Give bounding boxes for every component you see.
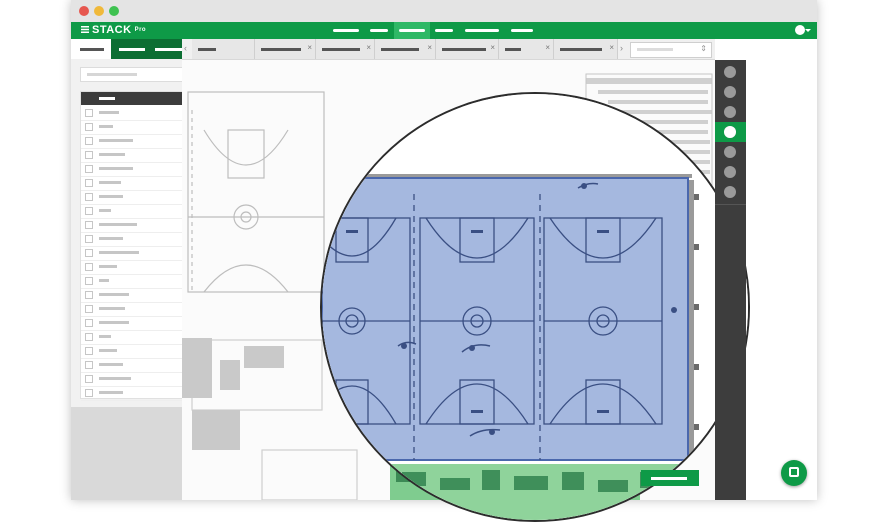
doc-tab-2[interactable]: × — [255, 39, 316, 59]
row-checkbox[interactable] — [85, 347, 93, 355]
row-checkbox[interactable] — [85, 249, 93, 257]
document-tabs: ‹ × × × × × × › ⇕ — [182, 39, 715, 60]
tool-3-icon[interactable] — [724, 106, 736, 118]
close-icon[interactable]: × — [609, 43, 614, 52]
row-name — [99, 349, 117, 352]
row-name — [99, 125, 113, 128]
row-name — [99, 293, 129, 296]
close-icon[interactable]: × — [307, 43, 312, 52]
row-checkbox[interactable] — [85, 151, 93, 159]
row-checkbox[interactable] — [85, 263, 93, 271]
chevron-right-icon[interactable]: › — [620, 43, 623, 53]
tool-6-icon[interactable] — [724, 146, 736, 158]
maximize-window-button[interactable] — [109, 6, 119, 16]
nav-item-5[interactable] — [465, 29, 499, 32]
chat-icon — [789, 467, 799, 477]
row-checkbox[interactable] — [85, 165, 93, 173]
row-checkbox[interactable] — [85, 179, 93, 187]
row-checkbox[interactable] — [85, 109, 93, 117]
tool-5-icon[interactable] — [724, 126, 736, 138]
chevron-left-icon[interactable]: ‹ — [184, 43, 187, 53]
chat-button[interactable] — [781, 460, 807, 486]
row-checkbox[interactable] — [85, 277, 93, 285]
tool-rail-divider — [715, 204, 746, 205]
chevron-updown-icon: ⇕ — [700, 44, 707, 53]
app-logo[interactable]: STACK Pro — [81, 24, 146, 36]
row-checkbox[interactable] — [85, 389, 93, 397]
row-name — [99, 153, 125, 156]
doc-tab-5[interactable]: × — [436, 39, 499, 59]
row-checkbox[interactable] — [85, 123, 93, 131]
chevron-down-icon[interactable] — [805, 29, 811, 32]
close-icon[interactable]: × — [427, 43, 432, 52]
row-checkbox[interactable] — [85, 319, 93, 327]
search-input[interactable] — [80, 67, 194, 82]
doc-tab-7[interactable]: × — [554, 39, 618, 59]
row-name — [99, 195, 123, 198]
nav-item-4[interactable] — [435, 29, 453, 32]
row-name — [99, 181, 121, 184]
row-name — [99, 335, 111, 338]
row-checkbox[interactable] — [85, 193, 93, 201]
tool-8-icon[interactable] — [724, 186, 736, 198]
row-name — [99, 363, 123, 366]
sheet-select[interactable]: ⇕ — [630, 42, 712, 58]
minimize-window-button[interactable] — [94, 6, 104, 16]
row-checkbox[interactable] — [85, 375, 93, 383]
tool-1-icon[interactable] — [724, 66, 736, 78]
row-checkbox[interactable] — [85, 207, 93, 215]
close-icon[interactable]: × — [366, 43, 371, 52]
row-name — [99, 223, 137, 226]
row-name — [99, 251, 139, 254]
row-checkbox[interactable] — [85, 291, 93, 299]
title-bar — [71, 0, 817, 22]
close-window-button[interactable] — [79, 6, 89, 16]
close-icon[interactable]: × — [545, 43, 550, 52]
row-name — [99, 377, 131, 380]
tool-7-icon[interactable] — [724, 166, 736, 178]
row-name — [99, 321, 129, 324]
top-navigation-bar: STACK Pro — [71, 22, 817, 39]
row-checkbox[interactable] — [85, 361, 93, 369]
row-name — [99, 167, 133, 170]
doc-tab-6[interactable]: × — [499, 39, 554, 59]
close-icon[interactable]: × — [490, 43, 495, 52]
nav-item-6[interactable] — [511, 29, 533, 32]
row-name — [99, 209, 111, 212]
stack-logo-icon — [81, 26, 89, 33]
row-name — [99, 391, 123, 394]
logo-text: STACK — [92, 24, 132, 36]
doc-tab-3[interactable]: × — [316, 39, 375, 59]
row-name — [99, 307, 125, 310]
magnified-courts — [322, 94, 748, 520]
row-name — [99, 279, 109, 282]
doc-tab-1[interactable] — [192, 39, 255, 59]
doc-tab-4[interactable]: × — [375, 39, 436, 59]
tool-2-icon[interactable] — [724, 86, 736, 98]
user-avatar[interactable] — [795, 25, 805, 35]
row-name — [99, 111, 119, 114]
logo-badge: Pro — [134, 27, 147, 34]
row-checkbox[interactable] — [85, 333, 93, 341]
row-checkbox[interactable] — [85, 221, 93, 229]
sidebar-tab-2[interactable] — [119, 48, 145, 51]
row-checkbox[interactable] — [85, 305, 93, 313]
row-checkbox[interactable] — [85, 235, 93, 243]
row-name — [99, 237, 123, 240]
nav-item-2[interactable] — [370, 29, 388, 32]
row-checkbox[interactable] — [85, 137, 93, 145]
row-name — [99, 139, 133, 142]
row-name — [99, 265, 117, 268]
zoom-magnifier — [320, 92, 750, 522]
sidebar-tab-1[interactable] — [71, 39, 111, 59]
nav-item-1[interactable] — [333, 29, 359, 32]
action-button[interactable] — [641, 470, 699, 486]
tool-rail — [715, 60, 746, 500]
sidebar-tab-3[interactable] — [155, 48, 185, 51]
nav-item-3[interactable] — [399, 29, 425, 32]
